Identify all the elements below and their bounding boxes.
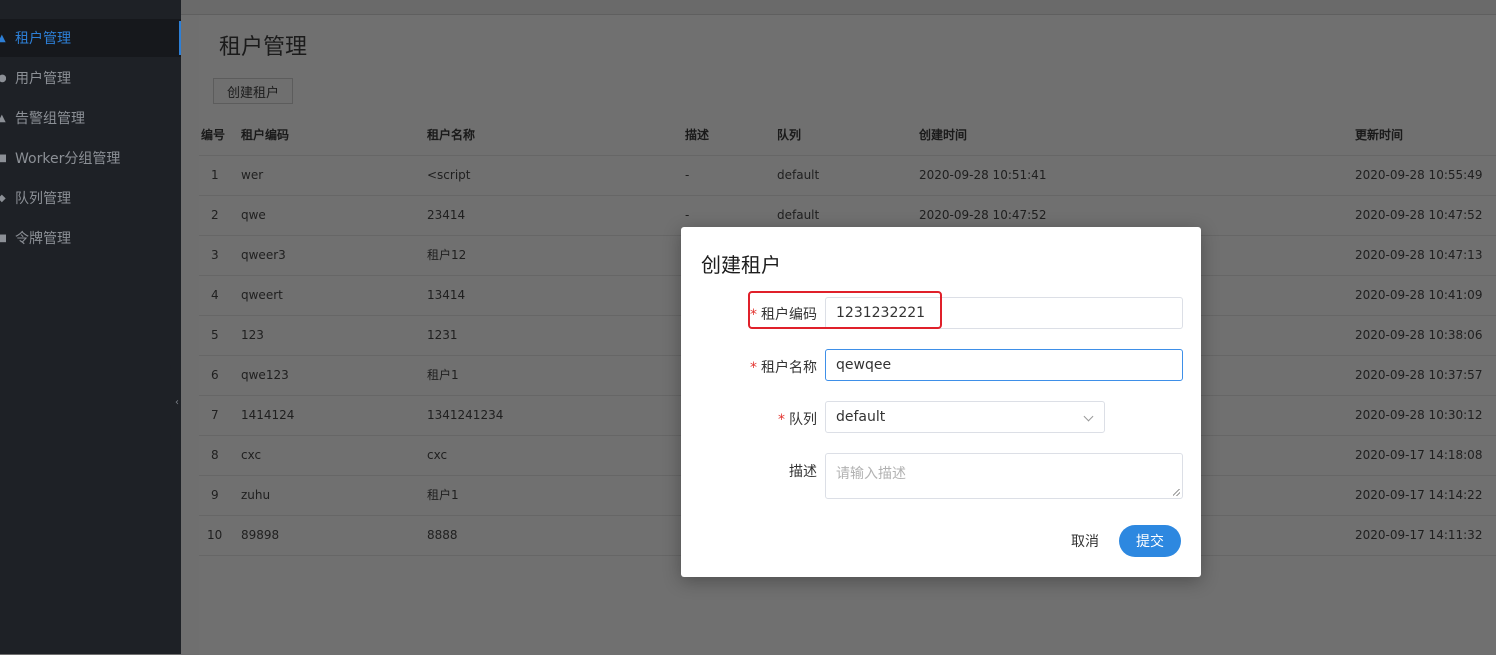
token-icon: ■ — [0, 232, 6, 244]
create-tenant-button[interactable]: 创建租户 — [213, 78, 293, 104]
sidebar-item-label: 租户管理 — [15, 31, 71, 47]
row-updated: 2020-09-28 10:37:57 — [1355, 368, 1483, 382]
row-name: 租户1 — [427, 368, 459, 382]
row-name: 1231 — [427, 328, 458, 342]
row-name: cxc — [427, 448, 448, 462]
row-name: 租户1 — [427, 488, 459, 502]
row-updated: 2020-09-17 14:18:08 — [1355, 448, 1483, 462]
sidebar-item-tenant[interactable]: ▲ 租户管理 — [0, 19, 181, 57]
row-name: 租户12 — [427, 248, 467, 262]
row-index: 3 — [211, 248, 219, 262]
tenant-name-input[interactable]: qewqee — [825, 349, 1183, 381]
row-updated: 2020-09-17 14:11:32 — [1355, 528, 1483, 542]
row-desc: - — [685, 168, 690, 182]
row-code: zuhu — [241, 488, 271, 502]
sidebar-item-worker-groups[interactable]: ■ Worker分组管理 — [0, 139, 181, 177]
cancel-button[interactable]: 取消 — [1061, 525, 1109, 557]
highlight-annotation — [748, 291, 942, 329]
sidebar-item-alert-groups[interactable]: ▲ 告警组管理 — [0, 99, 181, 137]
required-mark: * — [778, 412, 785, 428]
chevron-left-icon: ‹ — [175, 396, 179, 408]
row-index: 1 — [211, 168, 219, 182]
header-name: 租户名称 — [427, 128, 476, 142]
row-index: 4 — [211, 288, 219, 302]
row-code: wer — [241, 168, 264, 182]
row-index: 10 — [207, 528, 223, 542]
row-index: 9 — [211, 488, 219, 502]
description-placeholder: 请输入描述 — [836, 466, 906, 482]
row-updated: 2020-09-28 10:55:49 — [1355, 168, 1483, 182]
row-updated: 2020-09-28 10:47:13 — [1355, 248, 1483, 262]
warning-icon: ▲ — [0, 112, 6, 124]
required-mark: * — [750, 360, 757, 376]
sidebar-item-label: 队列管理 — [15, 191, 71, 207]
chevron-down-icon — [1083, 411, 1094, 422]
row-name: 23414 — [427, 208, 466, 222]
header-updated: 更新时间 — [1355, 128, 1404, 142]
create-tenant-dialog: 创建租户 * 租户编码 1231232221 * 租户名称 qewqee * 队列 d… — [681, 227, 1201, 577]
header-queue: 队列 — [777, 128, 802, 142]
row-code: qweer3 — [241, 248, 286, 262]
row-name: <script — [427, 168, 471, 182]
top-bar — [181, 0, 1496, 15]
row-code: 1414124 — [241, 408, 295, 422]
row-created: 2020-09-28 10:51:41 — [919, 168, 1047, 182]
row-updated: 2020-09-28 10:38:06 — [1355, 328, 1483, 342]
row-queue: default — [777, 168, 820, 182]
queue-value: default — [836, 409, 886, 425]
sidebar-item-users[interactable]: ● 用户管理 — [0, 59, 181, 97]
row-index: 6 — [211, 368, 219, 382]
row-name: 13414 — [427, 288, 466, 302]
row-code: qwe123 — [241, 368, 289, 382]
row-code: 123 — [241, 328, 264, 342]
row-index: 5 — [211, 328, 219, 342]
queue-label: * 队列 — [778, 409, 817, 429]
header-index: 编号 — [201, 128, 226, 142]
table-row: 1 wer <script - default 2020-09-28 10:51:41 20… — [199, 155, 1496, 196]
header-code: 租户编码 — [241, 128, 290, 142]
row-name: 1341241234 — [427, 408, 504, 422]
server-icon: ■ — [0, 152, 6, 164]
dialog-title: 创建租户 — [701, 253, 781, 277]
tenant-name-label-text: 租户名称 — [761, 360, 817, 376]
row-index: 7 — [211, 408, 219, 422]
row-code: qweert — [241, 288, 283, 302]
queue-label-text: 队列 — [789, 412, 817, 428]
sidebar-item-label: 告警组管理 — [15, 111, 85, 127]
row-updated: 2020-09-17 14:14:22 — [1355, 488, 1483, 502]
sidebar-item-tokens[interactable]: ■ 令牌管理 — [0, 219, 181, 257]
resize-grip-icon[interactable] — [1173, 489, 1180, 496]
row-updated: 2020-09-28 10:47:52 — [1355, 208, 1483, 222]
user-icon: ▲ — [0, 32, 6, 44]
sidebar: ▲ 租户管理 ● 用户管理 ▲ 告警组管理 ■ Worker分组管理 ◆ 队列管… — [0, 0, 181, 654]
row-updated: 2020-09-28 10:41:09 — [1355, 288, 1483, 302]
row-index: 8 — [211, 448, 219, 462]
queue-select[interactable]: default — [825, 401, 1105, 433]
submit-button[interactable]: 提交 — [1119, 525, 1181, 557]
page-title: 租户管理 — [219, 35, 308, 60]
row-code: qwe — [241, 208, 266, 222]
description-textarea[interactable]: 请输入描述 — [825, 453, 1183, 499]
row-name: 8888 — [427, 528, 458, 542]
table-header-row: 编号 租户编码 租户名称 描述 队列 创建时间 更新时间 — [199, 115, 1496, 156]
header-desc: 描述 — [685, 128, 710, 142]
sidebar-item-label: 用户管理 — [15, 71, 71, 87]
tenant-name-value: qewqee — [836, 357, 892, 373]
sidebar-item-label: 令牌管理 — [15, 231, 71, 247]
sidebar-item-label: Worker分组管理 — [15, 151, 121, 167]
row-code: cxc — [241, 448, 262, 462]
row-updated: 2020-09-28 10:30:12 — [1355, 408, 1483, 422]
person-icon: ● — [0, 72, 6, 84]
description-label: 描述 — [789, 464, 817, 480]
sidebar-item-queues[interactable]: ◆ 队列管理 — [0, 179, 181, 217]
queue-icon: ◆ — [0, 192, 6, 204]
row-code: 89898 — [241, 528, 280, 542]
row-index: 2 — [211, 208, 219, 222]
tenant-name-label: * 租户名称 — [750, 357, 817, 377]
header-created: 创建时间 — [919, 128, 968, 142]
